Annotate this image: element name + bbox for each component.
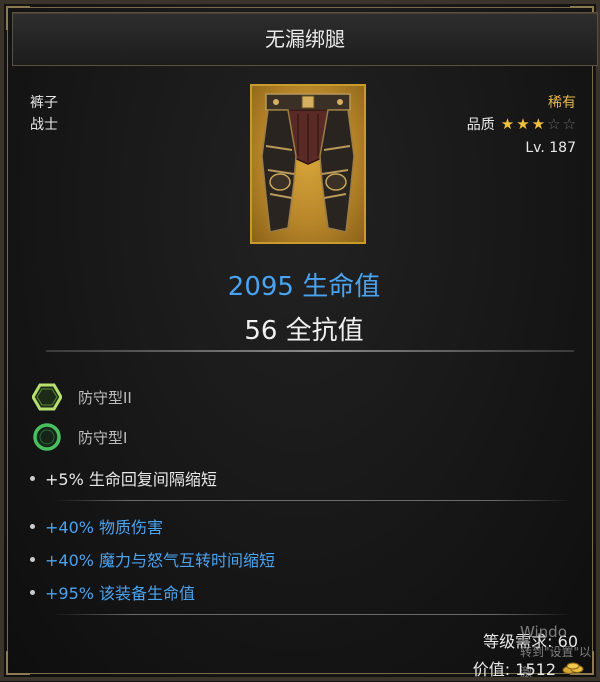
watermark-line: Windo [520,623,567,641]
bullet-dot [30,589,35,595]
affix-text: +5% 生命回复间隔缩短 [45,470,217,489]
star-empty-icon: ☆ [547,115,561,133]
gold-coins-icon [562,662,584,674]
item-rarity: 稀有 [548,95,576,111]
item-title: 无漏绑腿 [12,12,598,66]
implicit-affix: +5% 生命回复间隔缩短 [30,466,217,490]
hexagon-gem-icon [32,383,62,411]
frame-corner [6,651,30,675]
star-filled-icon: ★ [531,115,546,133]
socket-label: 防守型I [78,428,128,447]
section-divider [52,614,572,615]
resist-stat: 56 全抗值 [244,316,364,346]
item-type-info: 裤子 战士 [30,92,58,136]
socket-label: 防守型II [78,388,132,407]
quality-stars: ★ ★ ★ ☆ ☆ [501,116,576,132]
affix-line: +40% 魔力与怒气互转时间缩短 [30,547,275,571]
quality-label: 品质 [466,117,495,133]
star-filled-icon: ★ [516,115,530,133]
circle-gem-icon [33,423,61,451]
affix-line: +40% 物质伤害 [30,514,163,538]
affix-line: +95% 该装备生命值 [30,580,195,604]
item-quality: 品质 ★ ★ ★ ☆ ☆ [467,114,576,134]
hp-stat: 2095 生命值 [227,272,381,302]
item-price: 价值: 1512 [473,656,584,680]
star-filled-icon: ★ [500,115,515,133]
socket-slot: 防守型II [32,382,132,412]
legs-armor-icon [250,84,366,244]
price-text: 价值: 1512 [472,660,556,679]
bullet-dot [30,556,35,562]
item-level: Lv. 187 [525,140,576,156]
socket-slot: 防守型I [32,422,127,452]
affix-text: +40% 物质伤害 [45,518,164,537]
bullet-dot [30,523,35,529]
item-slot: 裤子 [30,95,58,111]
section-divider [52,500,572,501]
item-class: 战士 [30,117,58,133]
item-tooltip: 无漏绑腿 裤子 战士 稀有 品质 ★ ★ ★ ☆ ☆ Lv. 187 2095 … [0,0,600,681]
bullet-dot [30,475,35,481]
affix-text: +40% 魔力与怒气互转时间缩短 [45,551,276,570]
section-divider [46,350,574,352]
affix-text: +95% 该装备生命值 [45,584,196,603]
star-empty-icon: ☆ [562,115,576,133]
